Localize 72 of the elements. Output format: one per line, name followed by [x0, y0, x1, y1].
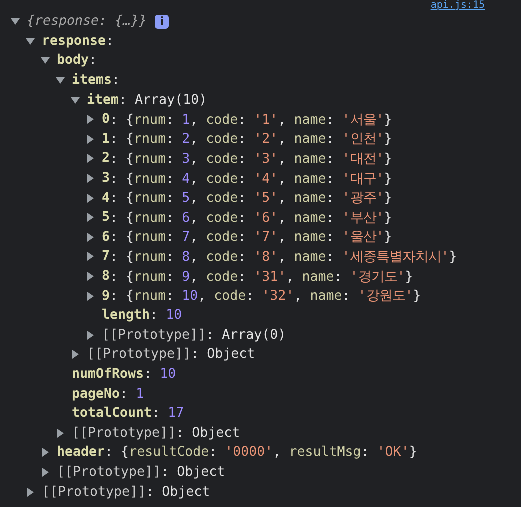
property-key: items: [72, 73, 112, 88]
expand-arrow-icon[interactable]: [86, 252, 95, 262]
property-key: [[Prototype]]: [102, 328, 206, 343]
property-key: item: [87, 92, 120, 108]
property-key: length: [102, 308, 150, 324]
property-value: : Object: [191, 347, 256, 362]
source-link[interactable]: api.js:15: [430, 0, 485, 12]
property-key: 5: [102, 210, 110, 226]
property-value: : {rnum: 2, code: '2', name: '인천'}: [110, 131, 392, 148]
property-value: : {rnum: 8, code: '8', name: '세종특별자치시'}: [110, 248, 458, 266]
property-key: 7: [102, 249, 110, 264]
expand-arrow-icon[interactable]: [86, 272, 95, 282]
property-value: :: [106, 34, 114, 49]
property-value: :: [112, 73, 120, 88]
expand-arrow-icon[interactable]: [11, 17, 20, 26]
expand-arrow-icon[interactable]: [86, 232, 95, 242]
property-value: : 1: [120, 386, 144, 402]
expand-arrow-icon[interactable]: [86, 330, 95, 340]
property-value: : Array(10): [119, 92, 208, 108]
expand-arrow-icon[interactable]: [86, 213, 95, 222]
property-key: 6: [102, 230, 110, 245]
property-value: : {rnum: 6, code: '6', name: '부산'}: [110, 210, 392, 227]
object-summary: {response: {…}}: [27, 14, 148, 30]
property-key: header: [57, 445, 106, 460]
property-key: 2: [102, 151, 110, 166]
property-value: : {rnum: 7, code: '7', name: '울산'}: [110, 229, 392, 246]
property-value: : {resultCode: '0000', resultMsg: 'OK'}: [105, 445, 418, 460]
expand-arrow-icon[interactable]: [26, 488, 35, 497]
expand-arrow-icon[interactable]: [86, 154, 95, 164]
property-value: : Array(0): [206, 328, 286, 343]
property-value: : Object: [146, 484, 210, 500]
property-key: body: [57, 53, 90, 68]
property-key: 9: [102, 288, 110, 304]
info-badge[interactable]: i: [155, 14, 170, 29]
property-key: 4: [102, 190, 110, 206]
expand-arrow-icon[interactable]: [41, 56, 50, 66]
expand-arrow-icon[interactable]: [86, 115, 95, 124]
property-value: : 10: [144, 366, 176, 382]
expand-arrow-icon[interactable]: [86, 292, 95, 301]
property-key: 1: [102, 132, 110, 147]
property-key: 8: [102, 269, 110, 284]
property-key: 0: [102, 112, 110, 128]
expand-arrow-icon[interactable]: [86, 134, 95, 144]
property-key: [[Prototype]]: [72, 426, 176, 441]
expand-arrow-icon[interactable]: [41, 468, 50, 477]
property-key: pageNo: [72, 386, 120, 402]
property-value: : Object: [176, 426, 240, 441]
property-value: : {rnum: 4, code: '4', name: '대구'}: [110, 170, 392, 188]
property-value: : {rnum: 5, code: '5', name: '광주'}: [110, 190, 392, 208]
expand-arrow-icon[interactable]: [41, 448, 50, 458]
property-key: [[Prototype]]: [57, 464, 162, 480]
expand-arrow-icon[interactable]: [56, 76, 65, 86]
property-value: : {rnum: 9, code: '31', name: '경기도'}: [110, 268, 414, 286]
expand-arrow-icon[interactable]: [71, 350, 80, 360]
property-value: : {rnum: 3, code: '3', name: '대전'}: [110, 150, 392, 168]
property-value: : Object: [161, 464, 226, 480]
property-key: totalCount: [72, 406, 152, 422]
property-value: : 17: [152, 406, 184, 422]
property-value: :: [89, 53, 98, 68]
expand-arrow-icon[interactable]: [56, 428, 65, 438]
expand-arrow-icon[interactable]: [26, 36, 35, 46]
expand-arrow-icon[interactable]: [86, 194, 95, 203]
property-value: : {rnum: 10, code: '32', name: '강원도'}: [110, 288, 422, 306]
property-key: [[Prototype]]: [42, 484, 146, 500]
property-key: [[Prototype]]: [87, 347, 192, 362]
property-key: numOfRows: [72, 366, 144, 382]
property-key: response: [42, 34, 106, 49]
property-value: : 10: [150, 308, 182, 324]
property-key: 3: [102, 171, 110, 186]
expand-arrow-icon[interactable]: [71, 96, 80, 105]
property-value: : {rnum: 1, code: '1', name: '서울'}: [110, 112, 392, 129]
expand-arrow-icon[interactable]: [86, 174, 95, 184]
